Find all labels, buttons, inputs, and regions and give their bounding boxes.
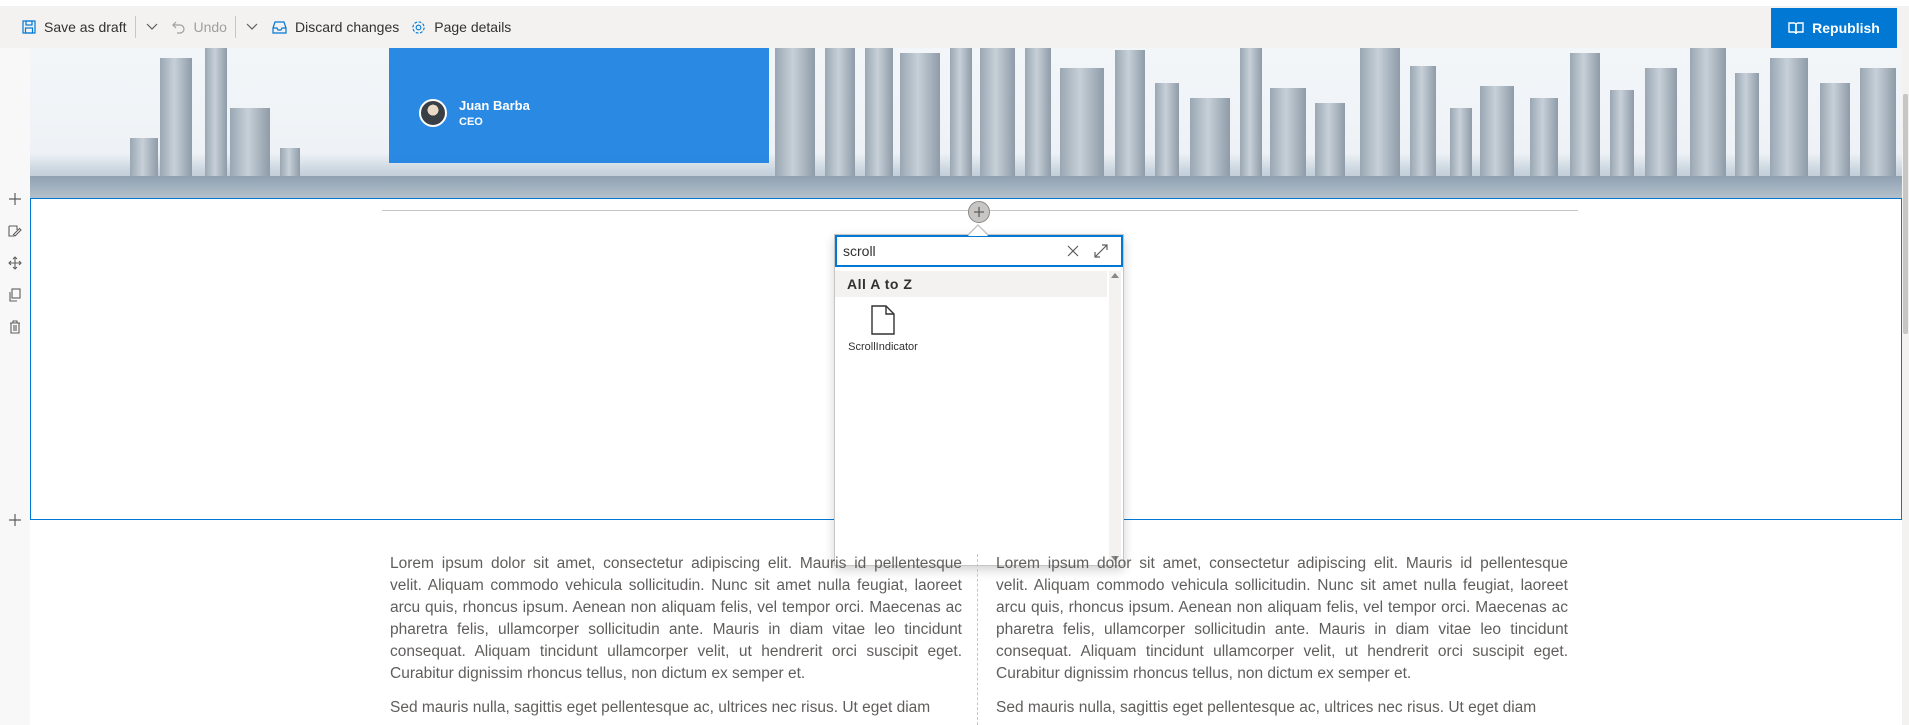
- move-section-button[interactable]: [6, 254, 24, 272]
- discard-icon: [272, 21, 287, 34]
- chevron-down-icon: [246, 23, 258, 30]
- edit-icon: [8, 225, 22, 237]
- scrollbar-thumb[interactable]: [1903, 94, 1908, 334]
- save-options-chevron[interactable]: [138, 6, 166, 48]
- add-section-bottom-button[interactable]: [6, 511, 24, 529]
- category-header: All A to Z: [835, 271, 1107, 297]
- document-icon: [871, 305, 895, 335]
- paragraph: Sed mauris nulla, sagittis eget pellente…: [996, 699, 1537, 716]
- save-as-draft-label: Save as draft: [44, 19, 127, 35]
- plus-icon: [974, 207, 984, 217]
- page-details-label: Page details: [434, 19, 512, 35]
- add-webpart-button[interactable]: [968, 201, 990, 223]
- discard-changes-label: Discard changes: [294, 19, 400, 35]
- expand-toolbox-button[interactable]: [1087, 237, 1115, 265]
- left-edit-rail: [0, 48, 30, 725]
- column-divider: [977, 554, 978, 725]
- header-banner-image: Juan Barba CEO: [30, 48, 1903, 198]
- paragraph: Sed mauris nulla, sagittis eget pellente…: [390, 699, 931, 716]
- expand-icon: [1094, 244, 1108, 258]
- chevron-down-icon: [146, 23, 157, 30]
- undo-icon: [171, 21, 185, 34]
- trash-icon: [10, 320, 20, 334]
- paragraph: Lorem ipsum dolor sit amet, consectetur …: [390, 555, 962, 682]
- toolbox-search-input[interactable]: [837, 238, 1059, 264]
- webpart-item-label: ScrollIndicator: [848, 341, 918, 353]
- avatar: [419, 99, 447, 127]
- divider: [234, 16, 236, 38]
- move-icon: [8, 256, 22, 270]
- webpart-toolbox: All A to Z ScrollIndicator: [834, 234, 1124, 566]
- author-role: CEO: [459, 116, 483, 128]
- undo-label: Undo: [193, 19, 227, 35]
- author-name: Juan Barba: [459, 98, 530, 113]
- plus-icon: [9, 514, 21, 526]
- author-info-box: Juan Barba CEO: [389, 48, 769, 163]
- plus-icon: [9, 193, 21, 205]
- save-as-draft-button[interactable]: Save as draft: [16, 6, 133, 48]
- divider: [134, 16, 136, 38]
- republish-label: Republish: [1812, 20, 1880, 36]
- delete-section-button[interactable]: [6, 318, 24, 336]
- add-section-top-button[interactable]: [6, 190, 24, 208]
- webpart-item-scrollindicator[interactable]: ScrollIndicator: [839, 305, 927, 375]
- command-bar: Save as draft Undo Discard changes Page …: [0, 6, 1909, 48]
- paragraph: Lorem ipsum dolor sit amet, consectetur …: [996, 555, 1568, 682]
- republish-button[interactable]: Republish: [1771, 8, 1897, 48]
- edit-section-button[interactable]: [6, 222, 24, 240]
- page-details-button[interactable]: Page details: [405, 6, 517, 48]
- undo-options-chevron[interactable]: [238, 6, 266, 48]
- toolbox-scrollbar[interactable]: [1109, 271, 1121, 563]
- text-column-right[interactable]: Lorem ipsum dolor sit amet, consectetur …: [996, 553, 1568, 725]
- duplicate-section-button[interactable]: [6, 286, 24, 304]
- undo-button[interactable]: Undo: [166, 6, 233, 48]
- page-scrollbar[interactable]: [1902, 48, 1909, 725]
- discard-changes-button[interactable]: Discard changes: [266, 6, 405, 48]
- save-icon: [22, 20, 36, 34]
- copy-icon: [9, 288, 21, 302]
- gear-icon: [412, 20, 425, 34]
- clear-search-button[interactable]: [1059, 237, 1087, 265]
- text-column-left[interactable]: Lorem ipsum dolor sit amet, consectetur …: [390, 553, 962, 725]
- book-icon: [1788, 22, 1804, 35]
- close-icon: [1067, 245, 1079, 257]
- toolbox-search-box: [835, 235, 1123, 267]
- toolbox-pointer-inner: [968, 226, 988, 236]
